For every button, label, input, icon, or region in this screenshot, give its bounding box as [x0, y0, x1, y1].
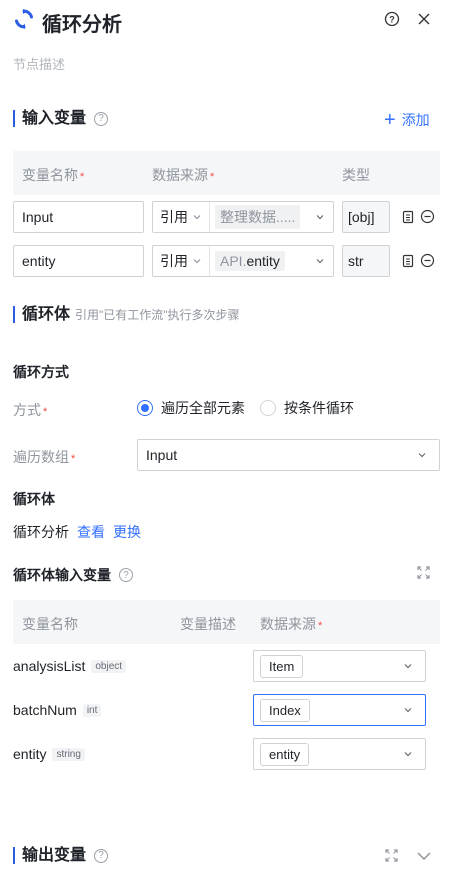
source-selector[interactable]: 引用 API.entity: [152, 245, 334, 277]
add-variable-button[interactable]: + 添加: [384, 110, 430, 130]
input-vars-header: 输入变量 ?: [13, 110, 109, 127]
variable-name-input[interactable]: entity: [13, 245, 144, 277]
variable-type: str: [342, 245, 390, 277]
output-vars-header: 输出变量 ?: [13, 847, 109, 864]
body-inputs-header: 循环体输入变量 ?: [13, 565, 133, 585]
column-header-type: 类型: [342, 167, 370, 183]
table-row: analysisList object: [13, 658, 127, 674]
section-subtitle: 引用"已有工作流"执行多次步骤: [75, 308, 240, 322]
section-title: 输出变量: [13, 847, 86, 864]
array-label: 遍历数组 *: [13, 449, 76, 465]
chevron-down-icon: [316, 259, 324, 264]
body-source-select[interactable]: Item: [253, 650, 426, 682]
expand-icon[interactable]: [385, 849, 398, 862]
close-icon[interactable]: [415, 10, 433, 28]
view-link[interactable]: 查看: [77, 522, 105, 542]
remove-icon[interactable]: [420, 253, 435, 268]
help-icon[interactable]: ?: [383, 10, 401, 28]
variable-type: [obj]: [342, 201, 390, 233]
body-source-select[interactable]: Index: [253, 694, 426, 726]
source-value-tag: 整理数据.....: [215, 205, 301, 229]
node-description[interactable]: 节点描述: [13, 54, 65, 73]
radio-option-condition[interactable]: 按条件循环: [260, 398, 354, 418]
chevron-down-icon: [418, 453, 426, 458]
document-icon[interactable]: [401, 210, 415, 224]
column-header-source: 数据来源 *: [152, 167, 215, 183]
help-icon[interactable]: ?: [119, 568, 133, 582]
loop-mode-title: 循环方式: [13, 364, 69, 380]
source-selector[interactable]: 引用 整理数据.....: [152, 201, 334, 233]
mode-label: 方式 *: [13, 402, 48, 418]
column-header-desc: 变量描述: [180, 616, 236, 632]
type-badge: string: [52, 747, 85, 761]
source-value-tag: API.entity: [215, 251, 285, 271]
column-header-name: 变量名称: [22, 616, 78, 632]
chevron-down-icon: [404, 664, 412, 669]
variable-name-input[interactable]: Input: [13, 201, 144, 233]
svg-text:?: ?: [389, 15, 395, 25]
column-header-name: 变量名称 *: [22, 167, 85, 183]
loop-body-header: 循环体 引用"已有工作流"执行多次步骤: [13, 306, 240, 323]
remove-icon[interactable]: [420, 209, 435, 224]
chevron-down-icon: [193, 215, 201, 220]
radio-option-all[interactable]: 遍历全部元素: [137, 398, 245, 418]
source-mode-dropdown[interactable]: 引用: [153, 246, 210, 276]
chevron-down-icon: [404, 708, 412, 713]
source-mode-dropdown[interactable]: 引用: [153, 202, 210, 232]
table-row: batchNum int: [13, 702, 102, 718]
plus-icon: +: [384, 109, 396, 131]
body-source-select[interactable]: entity: [253, 738, 426, 770]
chevron-down-icon: [193, 259, 201, 264]
section-title: 输入变量: [13, 110, 86, 127]
type-badge: int: [82, 703, 102, 717]
radio-selected-icon: [137, 400, 153, 416]
radio-unselected-icon: [260, 400, 276, 416]
type-badge: object: [91, 659, 127, 673]
column-header-source: 数据来源 *: [260, 616, 323, 632]
table-row: entity string: [13, 746, 85, 762]
loop-body-subtitle: 循环体: [13, 491, 55, 507]
replace-link[interactable]: 更换: [113, 522, 141, 542]
page-title: 循环分析: [42, 14, 122, 36]
help-icon[interactable]: ?: [94, 111, 109, 126]
chevron-down-icon: [316, 215, 324, 220]
array-select[interactable]: Input: [137, 439, 440, 471]
help-icon[interactable]: ?: [94, 848, 109, 863]
expand-icon[interactable]: [417, 566, 430, 579]
workflow-name: 循环分析: [13, 524, 69, 540]
chevron-down-icon[interactable]: [416, 850, 432, 862]
chevron-down-icon: [404, 752, 412, 757]
loop-body-workflow: 循环分析 查看 更换: [13, 522, 141, 542]
document-icon[interactable]: [401, 254, 415, 268]
loop-logo-icon: [15, 9, 33, 29]
section-title: 循环体: [13, 306, 70, 323]
